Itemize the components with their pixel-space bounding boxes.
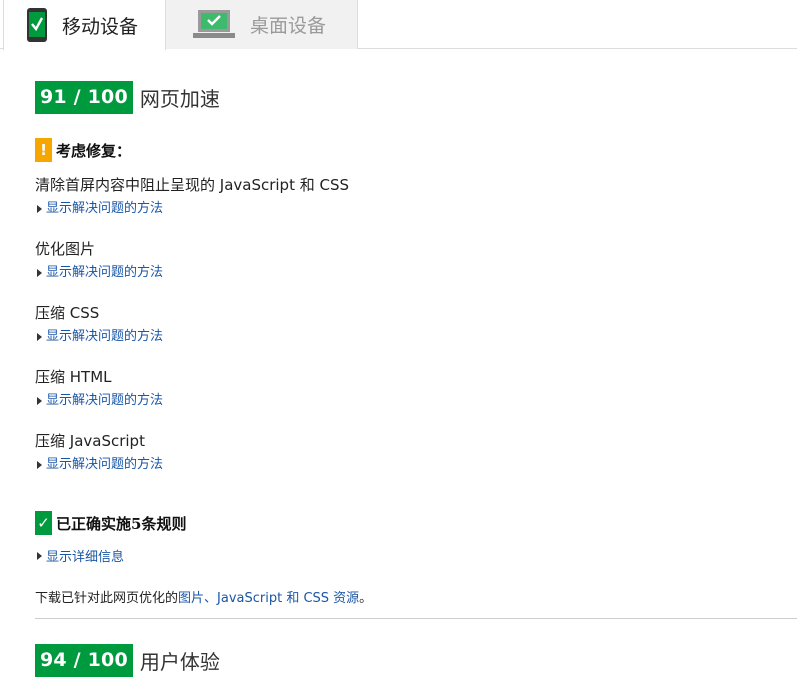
rule-title: 压缩 JavaScript [35,432,145,450]
download-resources-link[interactable]: 图片、JavaScript 和 CSS 资源 [178,591,359,606]
rule-title: 压缩 CSS [35,304,100,322]
speed-score-badge: 91 / 100 [35,81,133,114]
phone-icon [27,8,47,42]
rule-title: 优化图片 [35,240,96,258]
show-fix-link-label: 显示解决问题的方法 [46,265,164,280]
expand-triangle-icon [37,205,42,213]
consider-fixing-header: ! 考虑修复： [35,138,131,162]
passed-rules-label: 已正确实施5条规则 [56,514,187,533]
consider-fixing-label: 考虑修复： [56,141,132,160]
show-details-link[interactable]: 显示详细信息 [35,546,124,565]
tab-mobile-label: 移动设备 [62,15,139,38]
rule-item: 优化图片 显示解决问题的方法 [35,239,163,281]
rule-item: 压缩 HTML 显示解决问题的方法 [35,367,163,409]
passed-rules-header: ✓ 已正确实施5条规则 [35,511,186,535]
warning-icon: ! [35,138,52,162]
show-fix-link-label: 显示解决问题的方法 [46,457,164,472]
speed-score-title: 网页加速 [139,87,220,111]
rule-title: 清除首屏内容中阻止呈现的 JavaScript 和 CSS [35,176,350,194]
expand-triangle-icon [37,397,42,405]
rule-item: 压缩 CSS 显示解决问题的方法 [35,303,163,345]
rule-item: 清除首屏内容中阻止呈现的 JavaScript 和 CSS 显示解决问题的方法 [35,175,349,217]
tab-desktop-label: 桌面设备 [250,15,327,37]
show-fix-link[interactable]: 显示解决问题的方法 [35,201,349,217]
laptop-icon [193,9,235,38]
tab-mobile[interactable]: 移动设备 [3,0,166,50]
tab-desktop[interactable]: 桌面设备 [166,0,358,49]
show-fix-link[interactable]: 显示解决问题的方法 [35,329,163,345]
show-fix-link-label: 显示解决问题的方法 [46,393,164,408]
expand-triangle-icon [37,551,42,560]
ux-score-title: 用户体验 [139,650,220,674]
show-fix-link-label: 显示解决问题的方法 [46,329,164,344]
expand-triangle-icon [37,461,42,469]
download-suffix: 。 [359,591,373,606]
ux-score-heading: 94 / 100 用户体验 [35,644,220,677]
device-tabs: 移动设备 桌面设备 [0,0,797,50]
show-fix-link[interactable]: 显示解决问题的方法 [35,393,163,409]
show-fix-link[interactable]: 显示解决问题的方法 [35,457,163,473]
speed-score-heading: 91 / 100 网页加速 [35,81,220,114]
rule-item: 压缩 JavaScript 显示解决问题的方法 [35,431,163,473]
expand-triangle-icon [37,269,42,277]
check-icon: ✓ [35,511,52,535]
show-details-label: 显示详细信息 [46,550,125,565]
rule-title: 压缩 HTML [35,368,112,386]
download-prefix: 下载已针对此网页优化的 [35,591,179,606]
expand-triangle-icon [37,333,42,341]
show-fix-link-label: 显示解决问题的方法 [46,201,164,216]
download-optimized-resources: 下载已针对此网页优化的图片、JavaScript 和 CSS 资源。 [35,587,372,606]
ux-score-badge: 94 / 100 [35,644,133,677]
show-fix-link[interactable]: 显示解决问题的方法 [35,265,163,281]
section-divider [35,618,797,619]
